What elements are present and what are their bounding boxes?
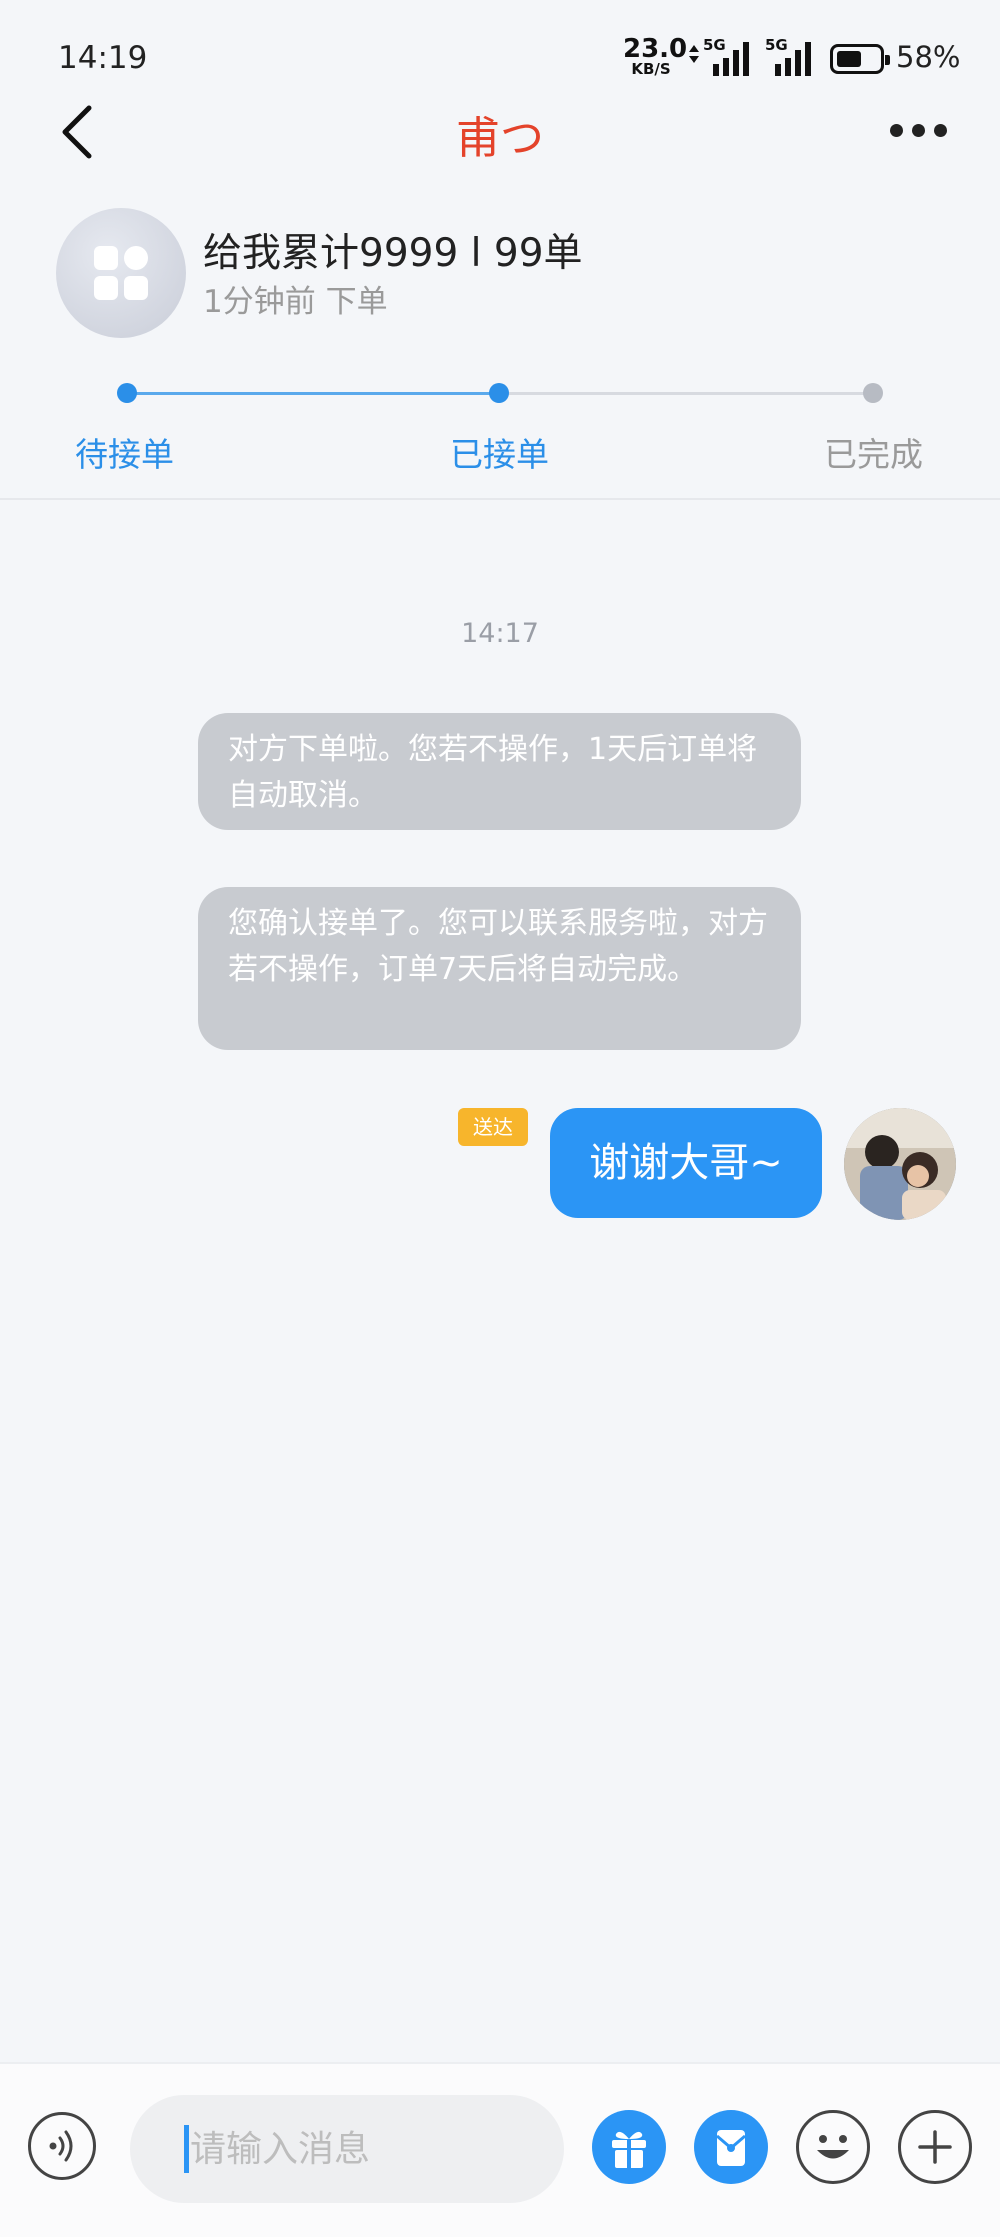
message-input[interactable] (130, 2095, 564, 2203)
status-time: 14:19 (58, 40, 148, 76)
progress-dot-2 (489, 383, 509, 403)
signal-sim1-label: 5G (703, 36, 726, 54)
signal-sim1-icon: 5G (703, 36, 759, 76)
plus-icon (918, 2130, 952, 2164)
message-status-badge: 送达 (458, 1108, 528, 1146)
battery-percent: 58% (896, 40, 961, 74)
gift-button[interactable] (592, 2110, 666, 2184)
battery-icon (830, 44, 890, 74)
red-packet-button[interactable] (694, 2110, 768, 2184)
plus-button[interactable] (898, 2110, 972, 2184)
system-message: 您确认接单了。您可以联系服务啦，对方若不操作，订单7天后将自动完成。 (198, 887, 801, 1050)
order-subtitle: 1分钟前 下单 (203, 284, 388, 320)
step-label-accepted: 已接单 (450, 435, 549, 474)
emoji-icon (817, 2135, 849, 2159)
step-label-pending-accept: 待接单 (75, 435, 174, 474)
my-message-bubble[interactable]: 谢谢大哥~ (550, 1108, 822, 1218)
header-divider (0, 498, 1000, 500)
gift-icon (612, 2131, 646, 2168)
step-label-completed: 已完成 (824, 435, 923, 474)
status-bar: 14:19 23.0 KB/S 5G 5G 58% (0, 0, 1000, 110)
signal-sim2-icon: 5G (765, 36, 821, 76)
emoji-button[interactable] (796, 2110, 870, 2184)
network-speed-unit: KB/S (631, 60, 671, 78)
more-horizontal-icon (890, 124, 903, 137)
order-title: 给我累计9999 l 99单 (203, 231, 583, 276)
avatar-photo (844, 1108, 956, 1220)
voice-button[interactable] (28, 2112, 96, 2180)
progress-line-done (127, 392, 499, 395)
data-arrows-icon (689, 45, 699, 63)
red-packet-icon (716, 2130, 746, 2166)
my-avatar[interactable] (844, 1108, 956, 1220)
chat-timestamp: 14:17 (461, 618, 539, 649)
network-speed-value: 23.0 (623, 34, 688, 64)
more-button[interactable] (890, 118, 950, 144)
network-speed: 23.0 KB/S (623, 34, 688, 78)
progress-dot-3 (863, 383, 883, 403)
order-avatar[interactable] (56, 208, 186, 338)
system-message: 对方下单啦。您若不操作，1天后订单将自动取消。 (198, 713, 801, 830)
progress-line-pending (499, 392, 873, 395)
voice-icon (49, 2130, 73, 2162)
signal-sim2-label: 5G (765, 36, 788, 54)
page-title: 甫つ (456, 113, 544, 164)
text-cursor (184, 2125, 189, 2173)
progress-dot-1 (117, 383, 137, 403)
